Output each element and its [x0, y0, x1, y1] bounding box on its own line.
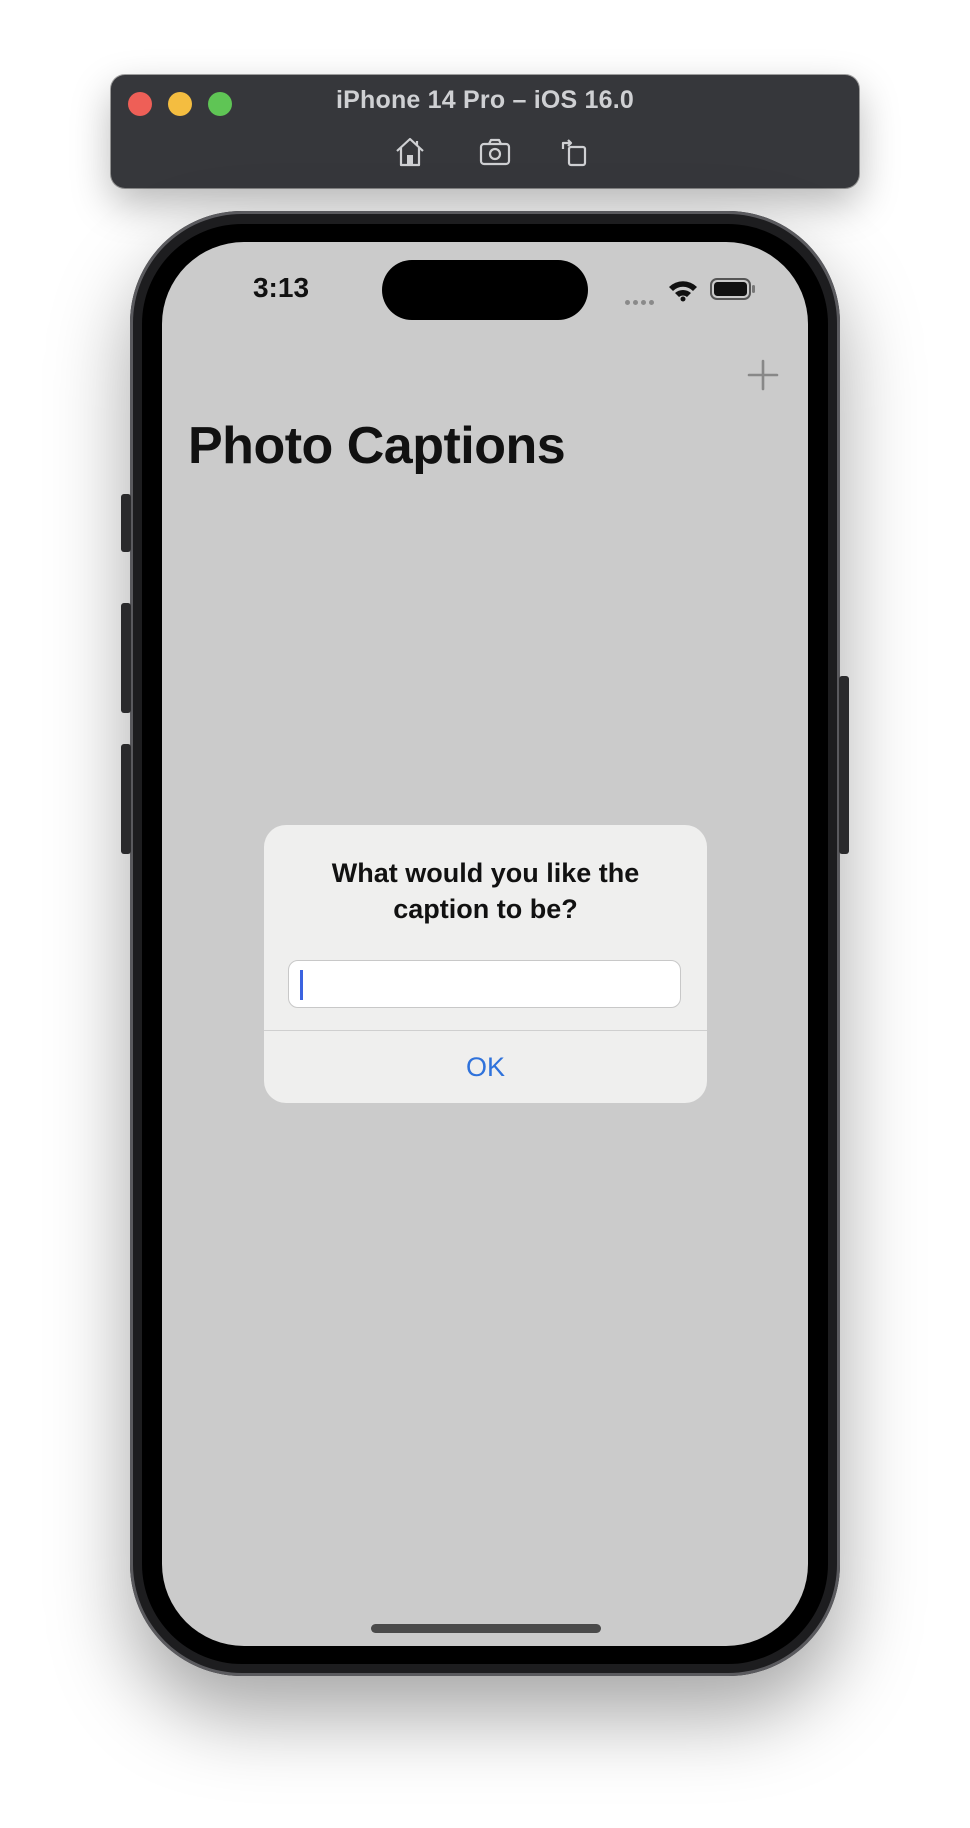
text-caret [300, 970, 303, 1000]
ok-button[interactable]: OK [264, 1031, 707, 1103]
page-title: Photo Captions [188, 417, 566, 475]
power-button [839, 676, 849, 854]
wifi-icon [667, 278, 699, 302]
action-button [121, 494, 131, 552]
rotate-icon[interactable] [557, 135, 591, 169]
status-time: 3:13 [252, 272, 310, 303]
home-indicator[interactable] [371, 1624, 601, 1633]
window-title: iPhone 14 Pro – iOS 16.0 [336, 86, 634, 114]
caption-input[interactable] [288, 960, 681, 1008]
cellular-dots-icon [625, 292, 659, 305]
alert-title-line: What would you like the [331, 858, 640, 888]
volume-down-button [121, 744, 131, 854]
caption-alert: What would you like the caption to be? O… [264, 825, 707, 1103]
battery-icon [710, 278, 756, 300]
plus-icon[interactable] [746, 358, 780, 392]
screenshot-icon[interactable] [478, 135, 512, 169]
alert-title: What would you like the caption to be? [294, 855, 677, 927]
dynamic-island [382, 260, 588, 320]
volume-up-button [121, 603, 131, 713]
alert-title-line: caption to be? [393, 894, 578, 924]
home-icon[interactable] [393, 135, 427, 169]
